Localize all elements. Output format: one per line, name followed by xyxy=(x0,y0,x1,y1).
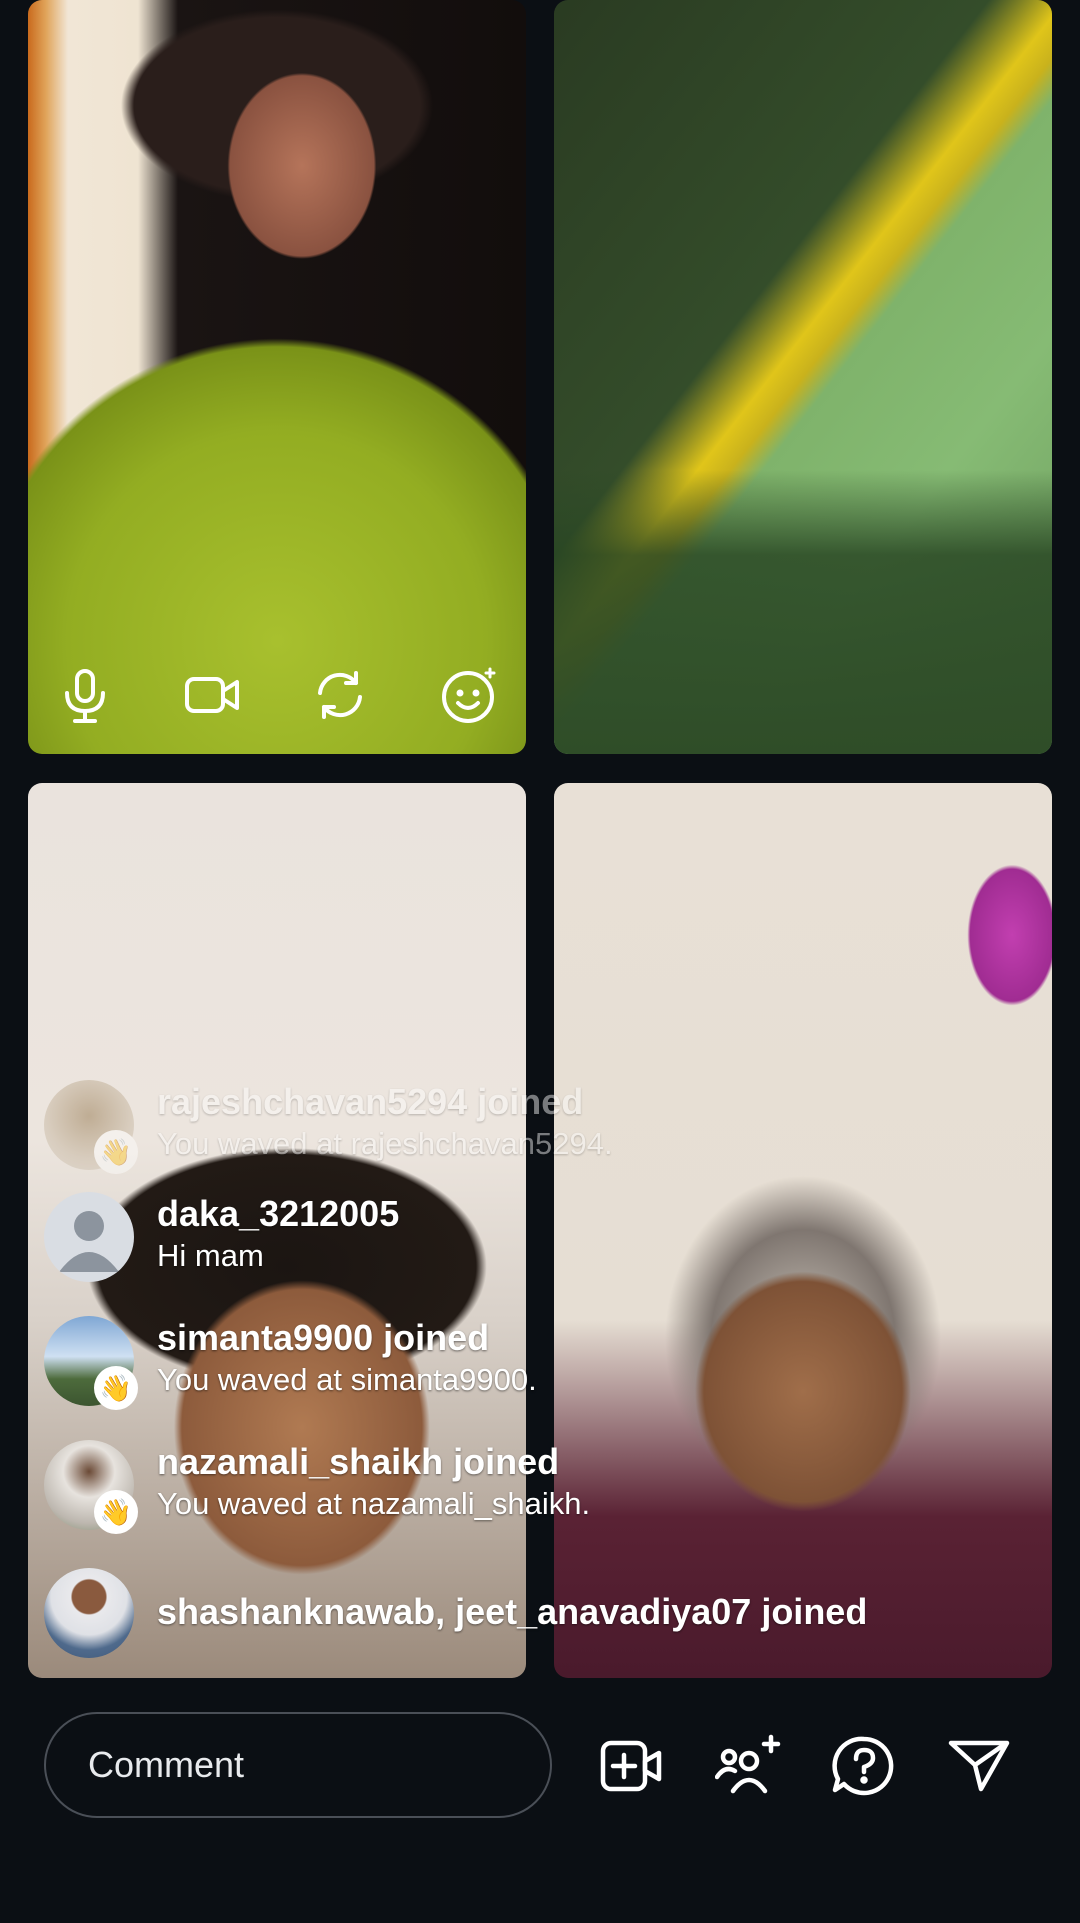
video-tile-host[interactable] xyxy=(28,0,526,754)
wave-icon: 👋 xyxy=(94,1490,138,1534)
feed-message: You waved at nazamali_shaikh. xyxy=(157,1486,591,1521)
feed-username: rajeshchavan5294 joined xyxy=(157,1081,584,1122)
feed-item-5: shashanknawab, jeet_anavadiya07 joined xyxy=(44,1568,867,1658)
avatar[interactable]: 👋 xyxy=(44,1316,138,1410)
tile-shadow xyxy=(554,470,1052,754)
switch-camera-icon[interactable] xyxy=(305,660,375,730)
feed-item-2: daka_3212005 Hi mam xyxy=(44,1192,399,1282)
feed-item-4: 👋 nazamali_shaikh joined You waved at na… xyxy=(44,1440,591,1534)
feed-username: shashanknawab, jeet_anavadiya07 joined xyxy=(157,1591,868,1632)
avatar[interactable]: 👋 xyxy=(44,1440,138,1534)
avatar[interactable]: 👋 xyxy=(44,1080,138,1174)
feed-message: You waved at rajeshchavan5294. xyxy=(157,1126,613,1161)
feed-message: You waved at simanta9900. xyxy=(157,1362,537,1397)
feed-username: daka_3212005 xyxy=(157,1193,400,1234)
avatar[interactable] xyxy=(44,1568,134,1658)
add-video-icon[interactable] xyxy=(596,1730,668,1802)
feed-message: Hi mam xyxy=(157,1238,264,1273)
wave-icon: 👋 xyxy=(94,1366,138,1410)
feed-item-1: 👋 rajeshchavan5294 joined You waved at r… xyxy=(44,1080,613,1174)
comment-input[interactable]: Comment xyxy=(44,1712,552,1818)
feed-item-3: 👋 simanta9900 joined You waved at simant… xyxy=(44,1316,537,1410)
video-camera-icon[interactable] xyxy=(178,660,248,730)
default-avatar-icon xyxy=(59,1211,119,1272)
question-icon[interactable] xyxy=(828,1730,900,1802)
feed-username: simanta9900 joined xyxy=(157,1317,490,1358)
send-icon[interactable] xyxy=(944,1730,1016,1802)
effects-face-icon[interactable] xyxy=(435,660,505,730)
video-tile-guest-4[interactable] xyxy=(554,783,1052,1678)
microphone-icon[interactable] xyxy=(50,660,120,730)
video-tile-guest-2[interactable] xyxy=(554,0,1052,754)
wave-icon: 👋 xyxy=(94,1130,138,1174)
feed-username: nazamali_shaikh joined xyxy=(157,1441,560,1482)
avatar[interactable] xyxy=(44,1192,134,1282)
invite-people-icon[interactable] xyxy=(712,1730,784,1802)
